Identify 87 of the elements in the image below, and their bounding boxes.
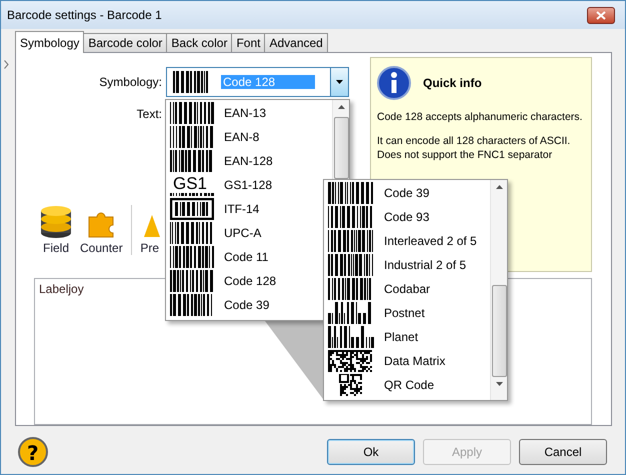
- dropdown-arrow-button[interactable]: [330, 68, 348, 96]
- list-item[interactable]: Code 93: [328, 205, 490, 229]
- scrollbar[interactable]: [332, 100, 349, 179]
- barcode-icon: [170, 222, 214, 244]
- list-item-label: Code 128: [224, 274, 276, 288]
- list-item[interactable]: Postnet: [328, 301, 490, 325]
- close-icon: [596, 10, 606, 20]
- symbology-label: Symbology:: [98, 75, 162, 89]
- barcode-icon: [328, 302, 374, 324]
- list-item-label: Code 39: [384, 186, 430, 200]
- quick-info-text: Code 128 accepts alphanumeric characters.: [377, 110, 584, 124]
- list-item[interactable]: Code 39: [328, 181, 490, 205]
- barcode-icon: [170, 270, 214, 292]
- toolbar-button[interactable]: Pre: [136, 207, 164, 255]
- list-item-label: Code 11: [224, 250, 268, 264]
- dialog-button[interactable]: Ok: [327, 439, 415, 465]
- list-item[interactable]: Interleaved 2 of 5: [328, 229, 490, 253]
- tab[interactable]: Back color: [166, 33, 232, 52]
- scroll-up-icon: [496, 185, 502, 189]
- barcode-icon: [170, 102, 214, 124]
- tab[interactable]: Symbology: [15, 31, 84, 53]
- help-icon[interactable]: ?: [17, 436, 49, 468]
- toolbar-label: Field: [42, 241, 69, 255]
- list-item-label: QR Code: [384, 378, 434, 392]
- list-item-label: EAN-13: [224, 106, 266, 120]
- barcode-icon: [170, 294, 214, 316]
- chevron-icon[interactable]: [4, 60, 9, 69]
- barcode-icon: [173, 71, 209, 93]
- caret-icon: [336, 80, 343, 84]
- barcode-icon: [170, 126, 214, 148]
- dialog-button[interactable]: Cancel: [519, 439, 607, 465]
- barcode-icon: [328, 254, 374, 276]
- barcode-icon: [328, 230, 374, 252]
- list-item[interactable]: GS1 GS1-128: [170, 173, 320, 197]
- list-item-label: GS1-128: [224, 178, 272, 192]
- list-item-label: Postnet: [384, 306, 425, 320]
- text-label: Text:: [136, 107, 162, 121]
- barcode-icon: [328, 182, 374, 204]
- list-item-label: Code 39: [224, 298, 270, 312]
- list-item-label: Data Matrix: [384, 354, 446, 368]
- list-item-label: ITF-14: [224, 202, 260, 216]
- scroll-up-icon: [338, 105, 344, 109]
- barcode-icon: [170, 198, 214, 220]
- list-item[interactable]: UPC-A: [170, 221, 320, 245]
- list-item[interactable]: EAN-13: [170, 101, 320, 125]
- tab[interactable]: Barcode color: [83, 33, 168, 52]
- list-item-label: Industrial 2 of 5: [384, 258, 466, 272]
- list-item-label: Codabar: [384, 282, 430, 296]
- list-item[interactable]: Data Matrix: [328, 349, 490, 373]
- window-title: Barcode settings - Barcode 1: [7, 8, 162, 22]
- list-item[interactable]: Planet: [328, 325, 490, 349]
- list-item[interactable]: Code 128: [170, 269, 320, 293]
- list-item[interactable]: Industrial 2 of 5: [328, 253, 490, 277]
- barcode-icon: [328, 278, 374, 300]
- barcode-icon: [170, 246, 214, 268]
- list-item[interactable]: EAN-8: [170, 125, 320, 149]
- list-item-label: EAN-128: [224, 154, 273, 168]
- symbology-value: Code 128: [221, 75, 315, 89]
- list-item[interactable]: Code 11: [170, 245, 320, 269]
- list-item[interactable]: QR Code: [328, 373, 490, 397]
- list-item-label: Planet: [384, 330, 418, 344]
- quick-info-text: It can encode all 128 characters of ASCII. Does not support the FNC1 separator: [377, 134, 572, 162]
- tab[interactable]: Font: [231, 33, 266, 52]
- info-icon: [377, 66, 411, 100]
- database-icon: [40, 205, 72, 239]
- list-item[interactable]: Codabar: [328, 277, 490, 301]
- toolbar-button[interactable]: Field: [36, 205, 76, 255]
- barcode-icon: [328, 326, 374, 348]
- text-value: Labeljoy: [39, 282, 84, 296]
- list-item[interactable]: EAN-128: [170, 149, 320, 173]
- data-matrix-icon: [328, 350, 374, 372]
- toolbar-button[interactable]: Counter: [76, 207, 127, 255]
- list-item-label: Interleaved 2 of 5: [384, 234, 477, 248]
- quick-info-title: Quick info: [423, 76, 482, 90]
- close-button[interactable]: [587, 6, 615, 24]
- list-item-label: Code 93: [384, 210, 430, 224]
- scrollbar[interactable]: [490, 180, 507, 400]
- barcode-icon: [328, 206, 374, 228]
- list-item[interactable]: ITF-14: [170, 197, 320, 221]
- toolbar-label: Counter: [80, 241, 123, 255]
- list-item-label: UPC-A: [224, 226, 262, 240]
- tab[interactable]: Advanced: [264, 33, 328, 52]
- list-item[interactable]: Code 39: [170, 293, 320, 317]
- toolbar-label: Pre: [140, 241, 160, 255]
- list-item-label: EAN-8: [224, 130, 260, 144]
- barcode-icon: [170, 150, 214, 172]
- scroll-down-icon: [496, 382, 502, 386]
